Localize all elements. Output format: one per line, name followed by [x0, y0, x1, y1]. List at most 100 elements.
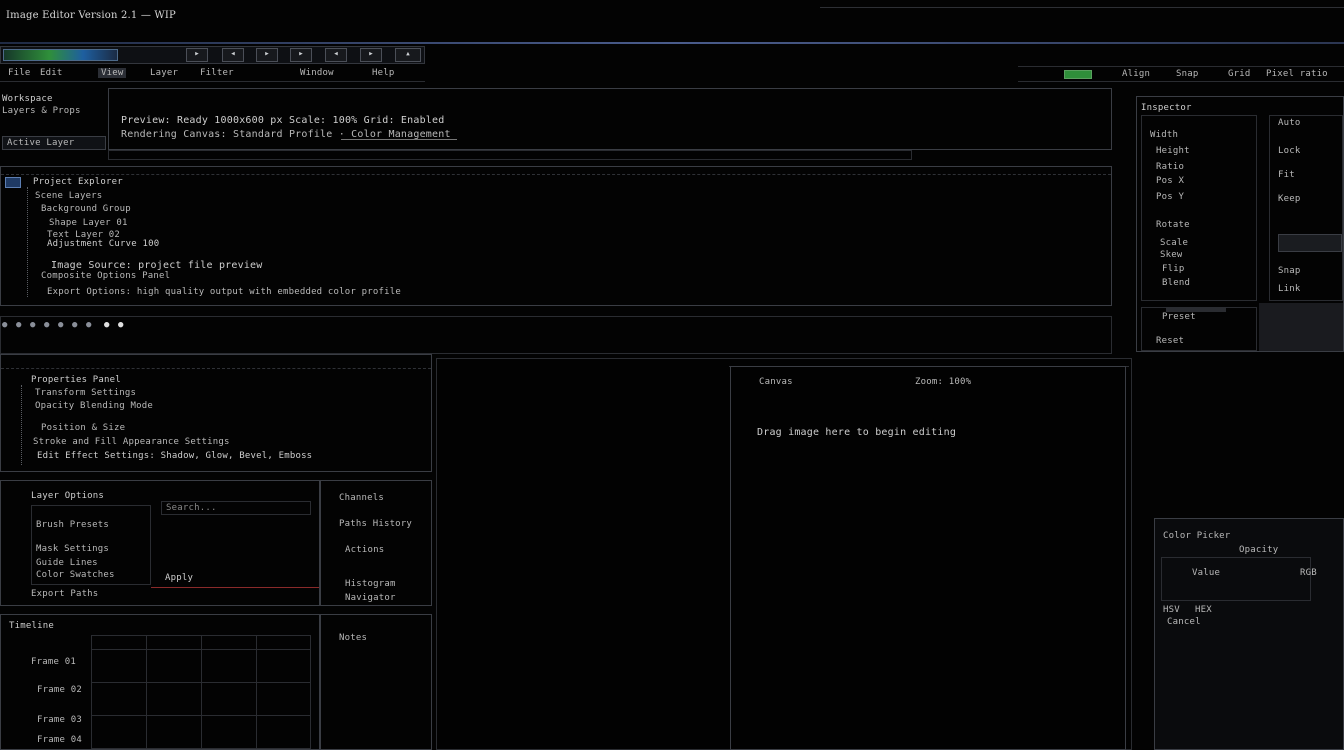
- tree-item[interactable]: Scene Layers: [35, 191, 102, 201]
- properties-title: Properties Panel: [31, 375, 121, 385]
- menu-filter[interactable]: Filter: [200, 68, 234, 78]
- search-field[interactable]: Search...: [161, 501, 311, 515]
- toolbar-brand-button[interactable]: [3, 49, 118, 61]
- inspector-bottom: Preset Reset: [1141, 307, 1257, 351]
- color-picker-dialog: Color Picker Opacity Value RGB HSV HEX C…: [1154, 518, 1344, 750]
- title-divider: [820, 7, 1344, 8]
- inspector-field[interactable]: Pos X: [1156, 176, 1184, 186]
- canvas-content: Canvas Zoom: 100% Drag image here to beg…: [730, 366, 1126, 750]
- channels-item[interactable]: Histogram: [345, 579, 396, 589]
- info-panel: Preview: Ready 1000x600 px Scale: 100% G…: [108, 88, 1112, 150]
- inspector-option[interactable]: Snap: [1278, 266, 1300, 276]
- workspace-heading: Workspace: [2, 94, 53, 104]
- inspector-field[interactable]: Pos Y: [1156, 192, 1184, 202]
- grid-label[interactable]: Grid: [1228, 69, 1250, 79]
- tree-item[interactable]: Image Source: project file preview: [51, 260, 263, 271]
- info-underline: [341, 139, 457, 140]
- toolbar-button-1[interactable]: ▸: [186, 48, 208, 62]
- preset-label[interactable]: Preset: [1162, 312, 1196, 322]
- dialog-footer[interactable]: Cancel: [1167, 617, 1201, 627]
- apply-button[interactable]: Apply: [165, 573, 193, 583]
- layer-option-item[interactable]: Brush Presets: [36, 520, 109, 530]
- reset-label[interactable]: Reset: [1156, 336, 1184, 346]
- tree-item[interactable]: Adjustment Curve 100: [47, 239, 159, 249]
- tree-item[interactable]: Shape Layer 01: [49, 218, 128, 228]
- menu-view[interactable]: View: [98, 68, 127, 78]
- properties-item[interactable]: Stroke and Fill Appearance Settings: [33, 437, 230, 447]
- inspector-option[interactable]: Lock: [1278, 146, 1300, 156]
- notes-panel: Notes: [320, 614, 432, 750]
- menu-row: File Edit View Layer Filter Window Help: [0, 66, 425, 82]
- canvas-message: Drag image here to begin editing: [757, 427, 957, 438]
- timeline-item[interactable]: Frame 01: [31, 657, 76, 667]
- channels-item[interactable]: Paths History: [339, 519, 412, 529]
- pixel-ratio-label[interactable]: Pixel ratio: [1266, 69, 1328, 79]
- inspector-option[interactable]: Link: [1278, 284, 1300, 294]
- inspector-col-1: Width Height Ratio Pos X Pos Y Rotate Sc…: [1141, 115, 1257, 312]
- menu-help[interactable]: Help: [372, 68, 394, 78]
- properties-panel: Properties Panel Transform Settings Opac…: [0, 354, 432, 472]
- mid-divider-panel: [0, 316, 1112, 354]
- red-indicator-line: [151, 587, 319, 588]
- timeline-item[interactable]: Frame 03: [37, 715, 82, 725]
- properties-item[interactable]: Edit Effect Settings: Shadow, Glow, Beve…: [37, 451, 312, 461]
- layer-option-item[interactable]: Mask Settings: [36, 544, 109, 554]
- menu-edit[interactable]: Edit: [40, 68, 62, 78]
- inspector-field[interactable]: Width: [1150, 130, 1178, 140]
- inspector-header: Inspector: [1141, 103, 1192, 113]
- inspector-option[interactable]: Keep: [1278, 194, 1300, 204]
- info-row-1: Preview: Ready 1000x600 px Scale: 100% G…: [121, 115, 445, 126]
- channels-item[interactable]: Navigator: [345, 593, 396, 603]
- timeline-item[interactable]: Frame 02: [37, 685, 82, 695]
- toolbar-button-3[interactable]: ▸: [256, 48, 278, 62]
- snap-label[interactable]: Snap: [1176, 69, 1198, 79]
- active-layer-label[interactable]: Active Layer: [2, 136, 106, 150]
- notes-label: Notes: [339, 633, 368, 643]
- properties-item[interactable]: Position & Size: [41, 423, 125, 433]
- dialog-option[interactable]: HSV: [1163, 605, 1180, 615]
- dialog-field-box[interactable]: Value RGB: [1161, 557, 1317, 601]
- inspector-field[interactable]: Scale: [1160, 238, 1188, 248]
- timeline-item[interactable]: Frame 04: [37, 735, 82, 745]
- layer-option-item[interactable]: Color Swatches: [36, 570, 115, 580]
- inspector-field[interactable]: Rotate: [1156, 220, 1190, 230]
- menu-file[interactable]: File: [8, 68, 30, 78]
- toolbar-button-2[interactable]: ◂: [222, 48, 244, 62]
- inspector-field[interactable]: Height: [1156, 146, 1190, 156]
- properties-item[interactable]: Transform Settings: [35, 388, 136, 398]
- inspector-option[interactable]: Auto: [1278, 118, 1300, 128]
- tree-header-bar: [1, 167, 1111, 175]
- tree-item[interactable]: Export Options: high quality output with…: [47, 287, 401, 297]
- right-toolbar: Align Snap Grid Pixel ratio: [1018, 66, 1344, 82]
- dialog-option[interactable]: RGB: [1300, 568, 1317, 578]
- toggle-button[interactable]: [1064, 70, 1092, 79]
- inspector-field[interactable]: Skew: [1160, 250, 1182, 260]
- layer-option-item[interactable]: Guide Lines: [36, 558, 98, 568]
- accent-line: [0, 42, 1344, 44]
- menu-window[interactable]: Window: [300, 68, 334, 78]
- toolbar-button-4[interactable]: ▸: [290, 48, 312, 62]
- align-label[interactable]: Align: [1122, 69, 1150, 79]
- toolbar-button-7[interactable]: ▴: [395, 48, 421, 62]
- inspector-field[interactable]: Ratio: [1156, 162, 1184, 172]
- properties-item[interactable]: Opacity Blending Mode: [35, 401, 153, 411]
- timeline-grid: [91, 635, 311, 749]
- layer-option-item[interactable]: Export Paths: [31, 589, 98, 599]
- timeline-title: Timeline: [9, 621, 54, 631]
- menu-layer[interactable]: Layer: [150, 68, 178, 78]
- tree-item[interactable]: Composite Options Panel: [41, 271, 170, 281]
- tree-item[interactable]: Background Group: [41, 204, 131, 214]
- window-title: Image Editor Version 2.1 — WIP: [6, 10, 176, 21]
- info-scroll-track[interactable]: [108, 150, 912, 160]
- channels-item[interactable]: Channels: [339, 493, 384, 503]
- inspector-option-field[interactable]: [1278, 234, 1342, 252]
- inspector-field[interactable]: Flip: [1162, 264, 1184, 274]
- inspector-panel: Inspector Width Height Ratio Pos X Pos Y…: [1136, 96, 1344, 352]
- dialog-option[interactable]: HEX: [1195, 605, 1212, 615]
- inspector-option[interactable]: Fit: [1278, 170, 1295, 180]
- inspector-field[interactable]: Blend: [1162, 278, 1190, 288]
- folder-icon: [5, 177, 21, 188]
- toolbar-button-5[interactable]: ◂: [325, 48, 347, 62]
- channels-item[interactable]: Actions: [345, 545, 384, 555]
- toolbar-button-6[interactable]: ▸: [360, 48, 382, 62]
